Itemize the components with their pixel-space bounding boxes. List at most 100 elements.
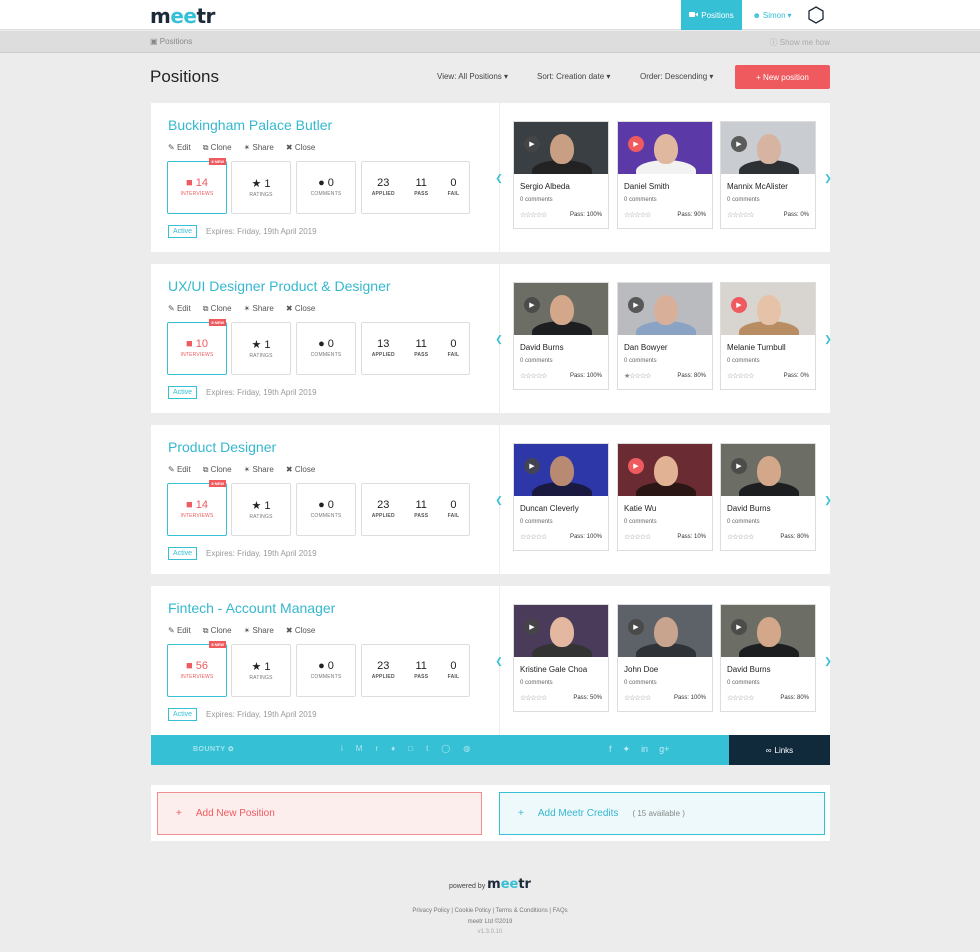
interviews-stat[interactable]: 8 NEW ■ 14 INTERVIEWS	[167, 480, 227, 536]
rating-stars[interactable]: ☆☆☆☆☆	[520, 211, 547, 219]
play-icon[interactable]: ▶	[628, 458, 644, 474]
close-button[interactable]: ✖ Close	[286, 143, 315, 153]
candidate-video-thumbnail[interactable]: ▶	[514, 122, 608, 174]
edit-button[interactable]: ✎ Edit	[168, 626, 191, 636]
applied-pass-fail-stat[interactable]: 23 APPLIED 11 PASS 0 FAIL	[361, 644, 470, 697]
ratings-stat[interactable]: ★ 1 RATINGS	[231, 483, 291, 536]
applied-pass-fail-stat[interactable]: 23 APPLIED 11 PASS 0 FAIL	[361, 161, 470, 214]
candidate-name[interactable]: David Burns	[727, 504, 771, 513]
clone-button[interactable]: ⧉ Clone	[203, 304, 232, 314]
rating-stars[interactable]: ★☆☆☆☆	[624, 372, 651, 380]
hexagon-icon[interactable]	[802, 0, 830, 30]
comments-stat[interactable]: ● 0 COMMENTS	[296, 644, 356, 697]
rating-stars[interactable]: ☆☆☆☆☆	[520, 533, 547, 541]
rating-stars[interactable]: ☆☆☆☆☆	[727, 372, 754, 380]
candidate-name[interactable]: Katie Wu	[624, 504, 656, 513]
rating-stars[interactable]: ☆☆☆☆☆	[520, 694, 547, 702]
candidate-card[interactable]: ▶ John Doe 0 comments ☆☆☆☆☆ Pass: 100%	[617, 604, 713, 712]
rating-stars[interactable]: ☆☆☆☆☆	[624, 211, 651, 219]
comments-stat[interactable]: ● 0 COMMENTS	[296, 483, 356, 536]
candidate-name[interactable]: Dan Bowyer	[624, 343, 668, 352]
adzuna-icon[interactable]: ◍	[463, 744, 470, 753]
new-position-button[interactable]: + New position	[735, 65, 830, 89]
candidate-name[interactable]: John Doe	[624, 665, 658, 674]
user-menu[interactable]: ☻ Simon ▾	[742, 0, 802, 30]
comments-stat[interactable]: ● 0 COMMENTS	[296, 322, 356, 375]
play-icon[interactable]: ▶	[731, 458, 747, 474]
chevron-left-icon[interactable]: ❮	[494, 656, 504, 666]
sort-dropdown[interactable]: Sort: Creation date ▾	[537, 72, 610, 81]
interviews-stat[interactable]: 8 NEW ■ 10 INTERVIEWS	[167, 319, 227, 375]
bounty-brand[interactable]: BOUNTY ✿	[193, 745, 234, 753]
candidate-name[interactable]: David Burns	[520, 343, 564, 352]
candidate-video-thumbnail[interactable]: ▶	[514, 605, 608, 657]
rating-stars[interactable]: ☆☆☆☆☆	[624, 694, 651, 702]
chevron-left-icon[interactable]: ❮	[494, 173, 504, 183]
applied-pass-fail-stat[interactable]: 23 APPLIED 11 PASS 0 FAIL	[361, 483, 470, 536]
add-credits-button[interactable]: + Add Meetr Credits ( 15 available )	[499, 792, 825, 835]
candidate-video-thumbnail[interactable]: ▶	[618, 444, 712, 496]
links-button[interactable]: ∞ Links	[729, 735, 830, 765]
edit-button[interactable]: ✎ Edit	[168, 304, 191, 314]
candidate-name[interactable]: Melanie Turnbull	[727, 343, 786, 352]
candidate-card[interactable]: ▶ Kristine Gale Choa 0 comments ☆☆☆☆☆ Pass: …	[513, 604, 609, 712]
close-button[interactable]: ✖ Close	[286, 304, 315, 314]
candidate-card[interactable]: ▶ David Burns 0 comments ☆☆☆☆☆ Pass: 80%	[720, 443, 816, 551]
chevron-left-icon[interactable]: ❮	[494, 495, 504, 505]
position-title[interactable]: UX/UI Designer Product & Designer	[168, 278, 391, 294]
totaljobs-icon[interactable]: t	[426, 744, 428, 753]
reed-icon[interactable]: r	[375, 744, 378, 753]
candidate-card[interactable]: ▶ David Burns 0 comments ☆☆☆☆☆ Pass: 80%	[720, 604, 816, 712]
rating-stars[interactable]: ☆☆☆☆☆	[727, 533, 754, 541]
position-title[interactable]: Fintech - Account Manager	[168, 600, 335, 616]
chevron-right-icon[interactable]: ❯	[823, 656, 833, 666]
position-title[interactable]: Product Designer	[168, 439, 276, 455]
play-icon[interactable]: ▶	[524, 136, 540, 152]
interviews-stat[interactable]: 8 NEW ■ 14 INTERVIEWS	[167, 158, 227, 214]
position-title[interactable]: Buckingham Palace Butler	[168, 117, 332, 133]
close-button[interactable]: ✖ Close	[286, 465, 315, 475]
show-me-how-link[interactable]: ⓘ Show me how	[770, 37, 830, 48]
rating-stars[interactable]: ☆☆☆☆☆	[727, 694, 754, 702]
ratings-stat[interactable]: ★ 1 RATINGS	[231, 161, 291, 214]
twitter-icon[interactable]: ✦	[623, 744, 631, 755]
candidate-card[interactable]: ▶ Mannix McAlister 0 comments ☆☆☆☆☆ Pass: 0%	[720, 121, 816, 229]
edit-button[interactable]: ✎ Edit	[168, 465, 191, 475]
interviews-stat[interactable]: 8 NEW ■ 56 INTERVIEWS	[167, 641, 227, 697]
share-button[interactable]: ✴ Share	[244, 304, 274, 314]
add-new-position-button[interactable]: + Add New Position	[157, 792, 482, 835]
rating-stars[interactable]: ☆☆☆☆☆	[520, 372, 547, 380]
candidate-card[interactable]: ▶ David Burns 0 comments ☆☆☆☆☆ Pass: 100%	[513, 282, 609, 390]
candidate-video-thumbnail[interactable]: ▶	[721, 605, 815, 657]
play-icon[interactable]: ▶	[628, 297, 644, 313]
google-plus-icon[interactable]: g+	[659, 744, 669, 755]
chevron-right-icon[interactable]: ❯	[823, 495, 833, 505]
play-icon[interactable]: ▶	[628, 136, 644, 152]
play-icon[interactable]: ▶	[524, 297, 540, 313]
candidate-video-thumbnail[interactable]: ▶	[618, 283, 712, 335]
rating-stars[interactable]: ☆☆☆☆☆	[624, 533, 651, 541]
linkedin-icon[interactable]: in	[641, 744, 648, 755]
clone-button[interactable]: ⧉ Clone	[203, 465, 232, 475]
play-icon[interactable]: ▶	[524, 619, 540, 635]
applied-pass-fail-stat[interactable]: 13 APPLIED 11 PASS 0 FAIL	[361, 322, 470, 375]
nav-positions[interactable]: Positions	[681, 0, 742, 30]
candidate-card[interactable]: ▶ Melanie Turnbull 0 comments ☆☆☆☆☆ Pass: 0%	[720, 282, 816, 390]
breadcrumb[interactable]: ▣ Positions	[150, 37, 192, 46]
edit-button[interactable]: ✎ Edit	[168, 143, 191, 153]
rating-stars[interactable]: ☆☆☆☆☆	[727, 211, 754, 219]
share-button[interactable]: ✴ Share	[244, 143, 274, 153]
cv-library-icon[interactable]: □	[408, 744, 413, 753]
candidate-card[interactable]: ▶ Katie Wu 0 comments ☆☆☆☆☆ Pass: 10%	[617, 443, 713, 551]
candidate-name[interactable]: Mannix McAlister	[727, 182, 788, 191]
share-button[interactable]: ✴ Share	[244, 465, 274, 475]
close-button[interactable]: ✖ Close	[286, 626, 315, 636]
candidate-card[interactable]: ▶ Daniel Smith 0 comments ☆☆☆☆☆ Pass: 90%	[617, 121, 713, 229]
share-button[interactable]: ✴ Share	[244, 626, 274, 636]
order-dropdown[interactable]: Order: Descending ▾	[640, 72, 713, 81]
clone-button[interactable]: ⧉ Clone	[203, 143, 232, 153]
indeed-icon[interactable]: i	[341, 744, 343, 753]
footer-links[interactable]: Privacy Policy | Cookie Policy | Terms &…	[0, 908, 980, 914]
candidate-video-thumbnail[interactable]: ▶	[514, 444, 608, 496]
gumtree-icon[interactable]: ◯	[441, 744, 450, 753]
